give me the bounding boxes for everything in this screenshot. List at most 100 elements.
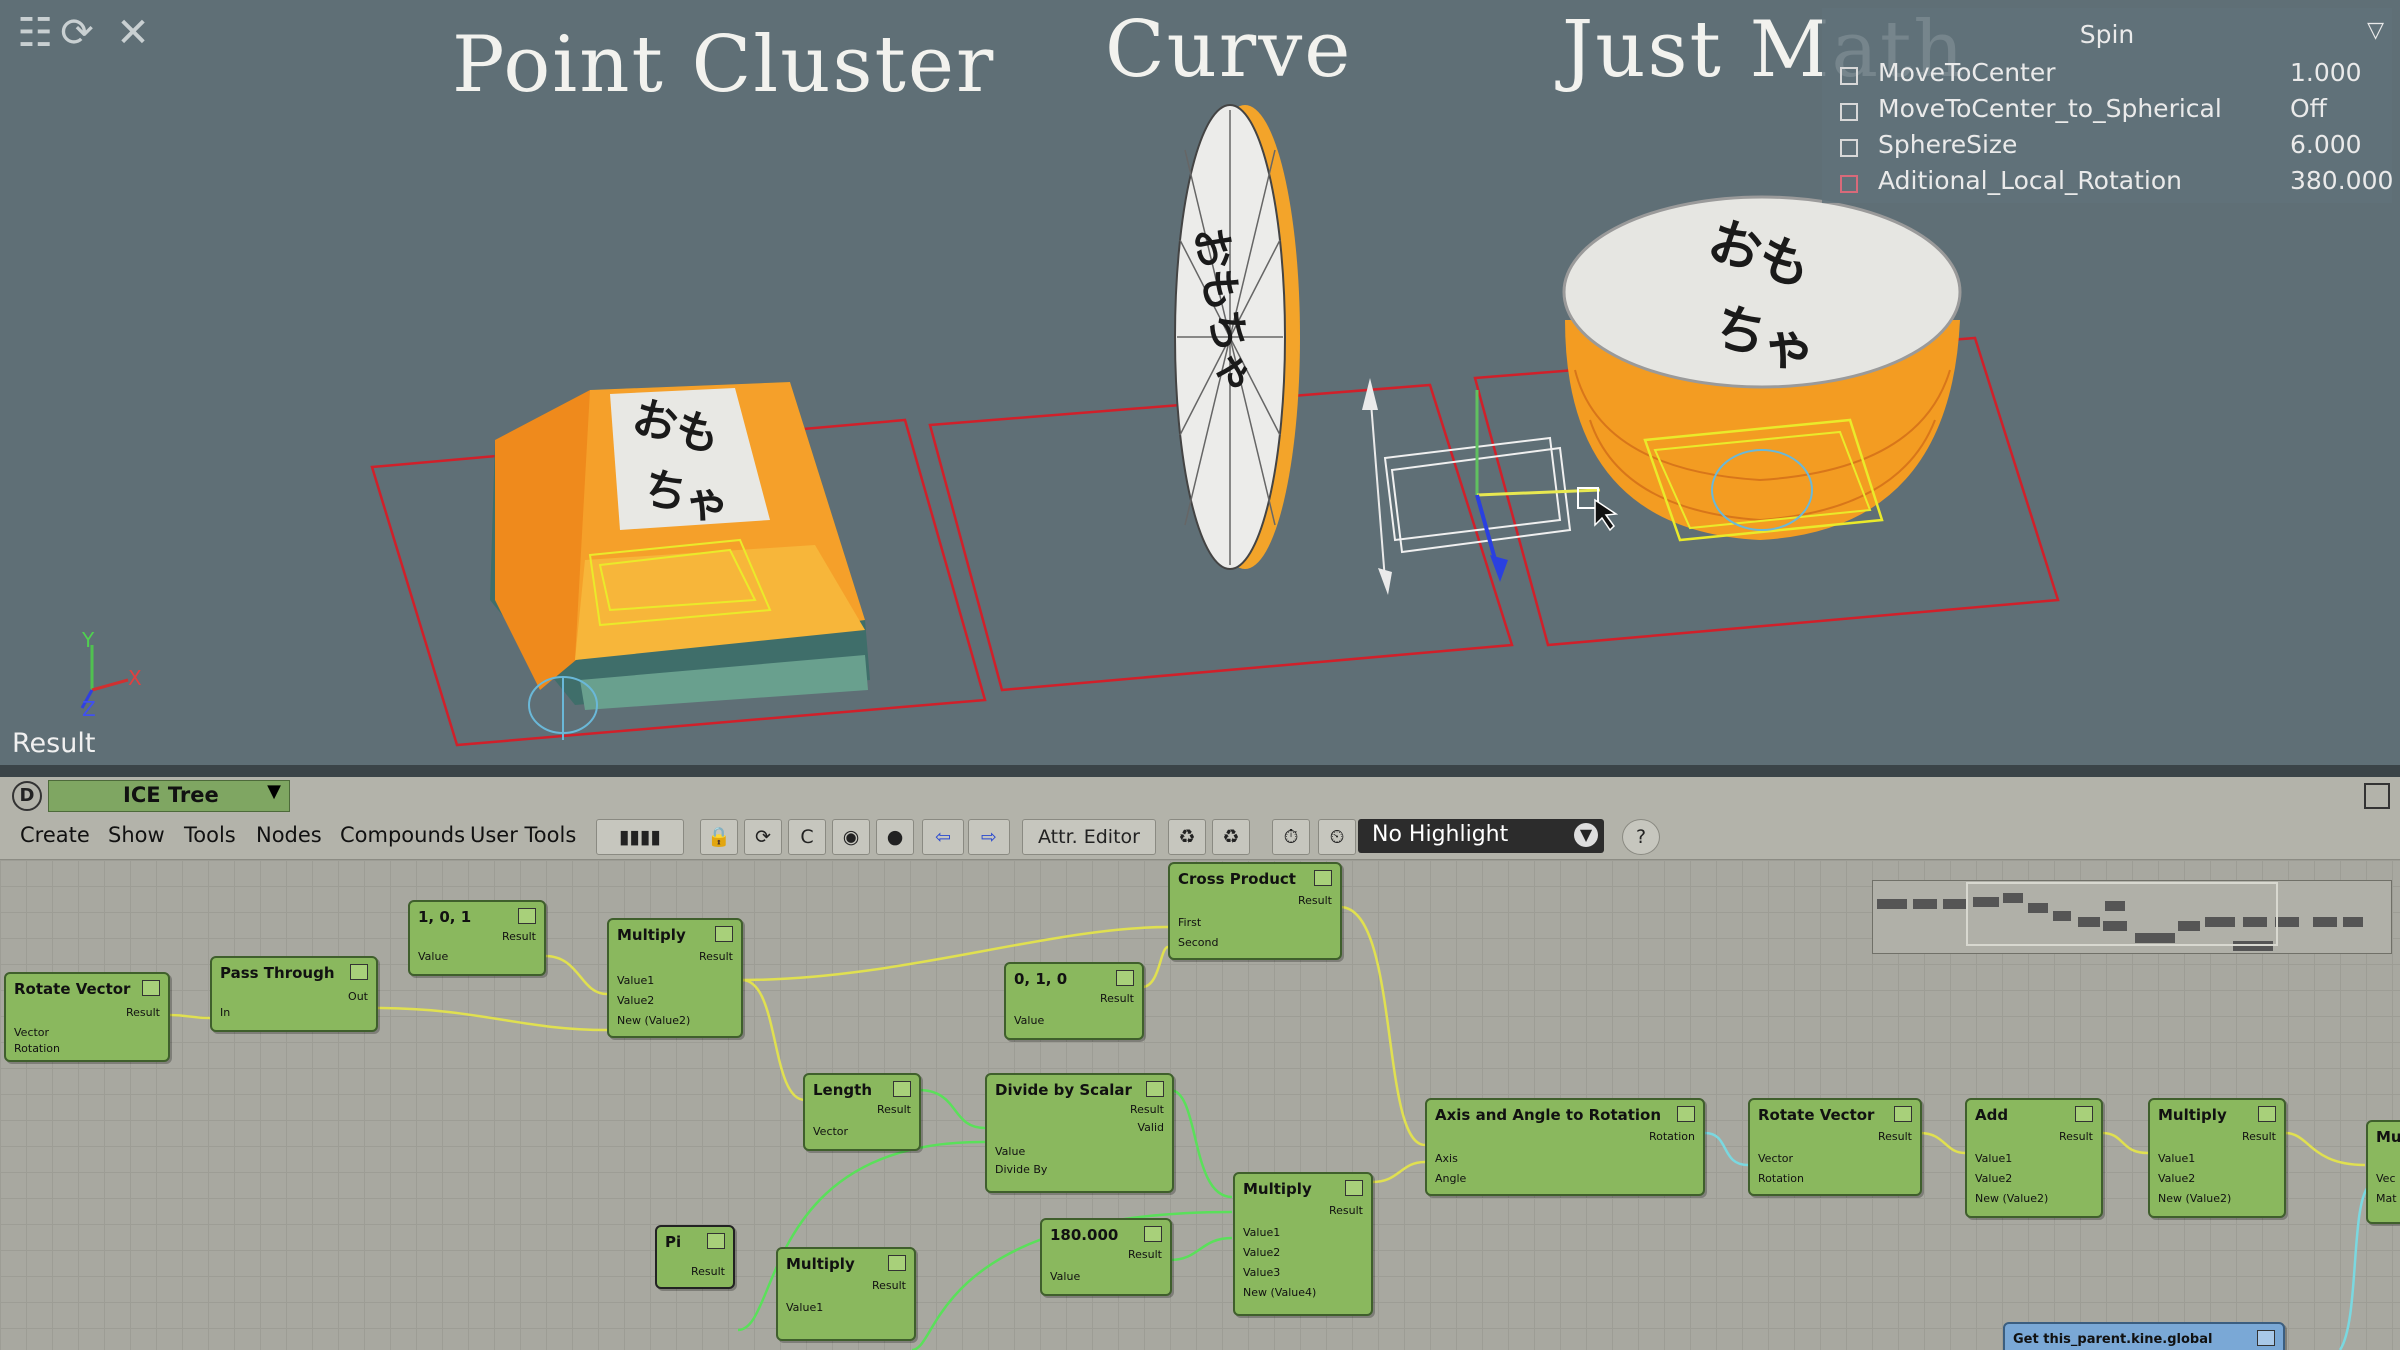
ice-tree-dropdown[interactable]: ICE Tree ▼ [48,780,290,812]
node-menu-icon[interactable] [1677,1106,1695,1122]
node-length[interactable]: Length Result Vector [803,1073,921,1151]
node-multiply[interactable]: Multiply Result Value1 Value2 Value3 New… [1233,1172,1373,1316]
node-multiply[interactable]: Multiply Result Value1 [776,1247,916,1341]
param-value[interactable]: Off [2290,94,2327,123]
port-new: New (Value2) [2158,1192,2232,1205]
maximize-icon[interactable] [2364,783,2390,809]
panel-title: Spin [2079,20,2135,49]
node-menu-icon[interactable] [1345,1180,1363,1196]
node-add[interactable]: Add Result Value1 Value2 New (Value2) [1965,1098,2103,1218]
node-menu-icon[interactable] [1146,1081,1164,1097]
port-result: Result [1878,1130,1912,1143]
port-value1: Value1 [617,974,655,987]
panel-divider[interactable] [0,765,2400,777]
animation-checkbox[interactable] [1840,139,1858,157]
node-menu-icon[interactable] [1116,970,1134,986]
help-button[interactable]: ? [1622,819,1660,855]
menu-user-tools[interactable]: User Tools [470,823,576,847]
node-menu-icon[interactable] [1894,1106,1912,1122]
axis-y-label: Y [81,628,95,652]
3d-viewport[interactable]: おも ちゃ おもちゃ おも ちゃ Y X Z ☷ ⟳ ✕ Point Clust… [0,0,2400,765]
menu-compounds[interactable]: Compounds [340,823,465,847]
menu-show[interactable]: Show [108,823,165,847]
ice-mode-badge[interactable]: D [12,781,42,811]
node-menu-icon[interactable] [2258,1106,2276,1122]
node-divide-by-scalar[interactable]: Divide by Scalar Result Valid Value Divi… [985,1073,1174,1193]
param-value[interactable]: 380.000 [2290,166,2393,195]
param-name: MoveToCenter_to_Spherical [1878,94,2222,123]
param-row[interactable]: MoveToCenter 1.000 [1840,58,2390,92]
layout-columns-icon[interactable]: ▮▮▮▮ [596,819,684,855]
preset-icon[interactable]: ♻ [1168,819,1206,855]
node-menu-icon[interactable] [142,980,160,996]
lock-icon[interactable]: 🔒 [700,819,738,855]
timer-reset-icon[interactable]: ⏲ [1318,819,1356,855]
clear-icon[interactable]: C [788,819,826,855]
arrow-right-icon[interactable]: ⇨ [968,819,1010,855]
port-vector: Vector [813,1125,849,1138]
toy-box-object: おも ちゃ [490,382,870,710]
ice-tree-editor: D ICE Tree ▼ Create Show Tools Nodes Com… [0,765,2400,1350]
param-row[interactable]: SphereSize 6.000 [1840,130,2390,164]
param-row[interactable]: MoveToCenter_to_Spherical Off [1840,94,2390,128]
node-cross-product[interactable]: Cross Product Result First Second [1168,862,1342,960]
node-menu-icon[interactable] [707,1233,725,1249]
port-valid: Valid [1137,1121,1164,1134]
node-pass-through[interactable]: Pass Through Out In [210,956,378,1032]
node-menu-icon[interactable] [1144,1226,1162,1242]
toy-bowl-object: おも ちゃ [1562,195,1962,542]
close-icon[interactable]: ✕ [106,8,160,58]
ice-node-graph[interactable]: Rotate Vector Result Vector Rotation Pas… [0,860,2400,1350]
node-multiply[interactable]: Multiply Result Value1 Value2 New (Value… [2148,1098,2286,1218]
node-menu-icon[interactable] [350,964,368,980]
animation-checkbox[interactable] [1840,67,1858,85]
axis-indicator: Y X Z [80,628,142,721]
node-scalar-constant[interactable]: 180.000 Result Value [1040,1218,1172,1296]
node-menu-icon[interactable] [715,926,733,942]
result-label: Result [12,728,96,759]
menu-create[interactable]: Create [20,823,90,847]
node-multiply-partial[interactable]: Mu Vec Mat [2366,1120,2400,1224]
port-out: Out [348,990,368,1003]
node-title: Multiply [1243,1180,1312,1198]
param-value[interactable]: 1.000 [2290,58,2362,87]
preset-disabled-icon[interactable]: ♻ [1212,819,1250,855]
port-value: Value [995,1145,1026,1158]
animation-checkbox[interactable] [1840,175,1858,193]
node-multiply[interactable]: Multiply Result Value1 Value2 New (Value… [607,918,743,1038]
node-rotate-vector[interactable]: Rotate Vector Result Vector Rotation [1748,1098,1922,1196]
ice-title-bar: D ICE Tree ▼ [0,777,2400,814]
node-axis-angle-to-rotation[interactable]: Axis and Angle to Rotation Rotation Axis… [1425,1098,1705,1196]
node-rotate-vector[interactable]: Rotate Vector Result Vector Rotation [4,972,170,1062]
port-angle: Angle [1435,1172,1467,1185]
node-menu-icon[interactable] [2257,1330,2275,1346]
highlight-select[interactable]: No Highlight ▼ [1358,819,1604,853]
param-name: MoveToCenter [1878,58,2056,87]
node-pi[interactable]: Pi Result [655,1225,735,1289]
node-vector-constant[interactable]: 1, 0, 1 Result Value [408,900,546,976]
node-menu-icon[interactable] [2075,1106,2093,1122]
node-menu-icon[interactable] [518,908,536,924]
arrow-left-icon[interactable]: ⇦ [922,819,964,855]
port-rotation: Rotation [1648,1130,1695,1143]
refresh-icon[interactable]: ⟳ [50,8,104,58]
node-menu-icon[interactable] [893,1081,911,1097]
attr-editor-button[interactable]: Attr. Editor [1022,819,1156,855]
param-value[interactable]: 6.000 [2290,130,2362,159]
menu-nodes[interactable]: Nodes [256,823,322,847]
node-menu-icon[interactable] [1314,870,1332,886]
panel-collapse-icon[interactable]: ▽ [2367,18,2384,43]
node-title: Add [1975,1106,2009,1124]
refresh-icon[interactable]: ⟳ [744,819,782,855]
animation-checkbox[interactable] [1840,103,1858,121]
node-get-data[interactable]: Get this_parent.kine.global [2003,1322,2285,1350]
node-vector-constant[interactable]: 0, 1, 0 Result Value [1004,962,1144,1040]
menu-tools[interactable]: Tools [184,823,236,847]
globe-icon[interactable]: ◉ [832,819,870,855]
graph-minimap[interactable] [1872,880,2392,954]
node-icon[interactable]: ● [876,819,914,855]
timer-icon[interactable]: ⏱ [1272,819,1310,855]
node-menu-icon[interactable] [888,1255,906,1271]
param-row[interactable]: Aditional_Local_Rotation 380.000 [1840,166,2393,200]
port-value1: Value1 [2158,1152,2196,1165]
